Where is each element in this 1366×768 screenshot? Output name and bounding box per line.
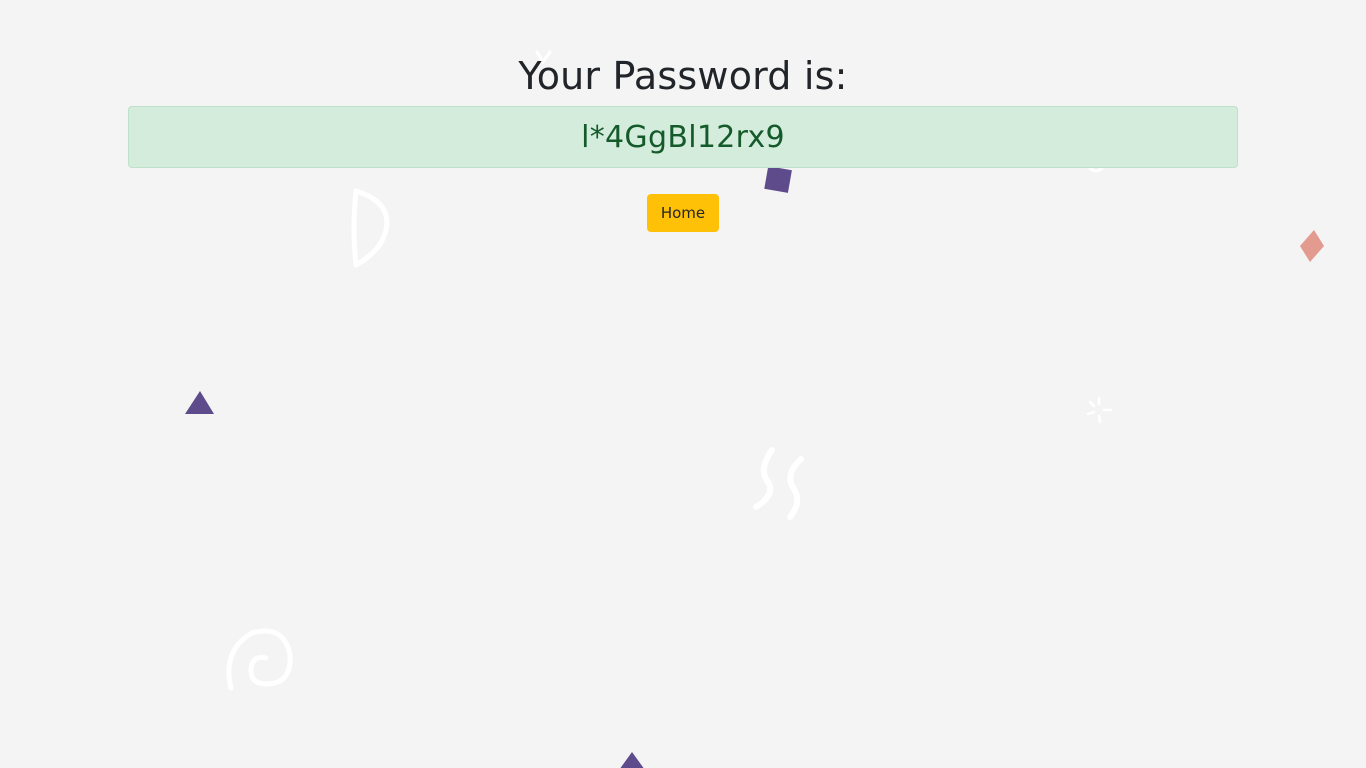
white-double-wave-squiggle [753, 447, 804, 520]
generated-password: l*4GgBl12rx9 [581, 119, 785, 155]
pink-diamond-confetti [1300, 230, 1324, 262]
purple-triangle-confetti-bottom [620, 752, 644, 768]
purple-triangle-confetti [185, 391, 214, 414]
white-spiral-squiggle [226, 628, 293, 691]
password-alert: l*4GgBl12rx9 [128, 106, 1238, 168]
page-canvas: Your Password is: l*4GgBl12rx9 Home [0, 0, 1366, 768]
home-button[interactable]: Home [646, 194, 720, 232]
white-sparkle [1086, 396, 1113, 424]
page-title: Your Password is: [518, 54, 848, 98]
password-result-panel: Your Password is: l*4GgBl12rx9 Home [128, 50, 1238, 232]
